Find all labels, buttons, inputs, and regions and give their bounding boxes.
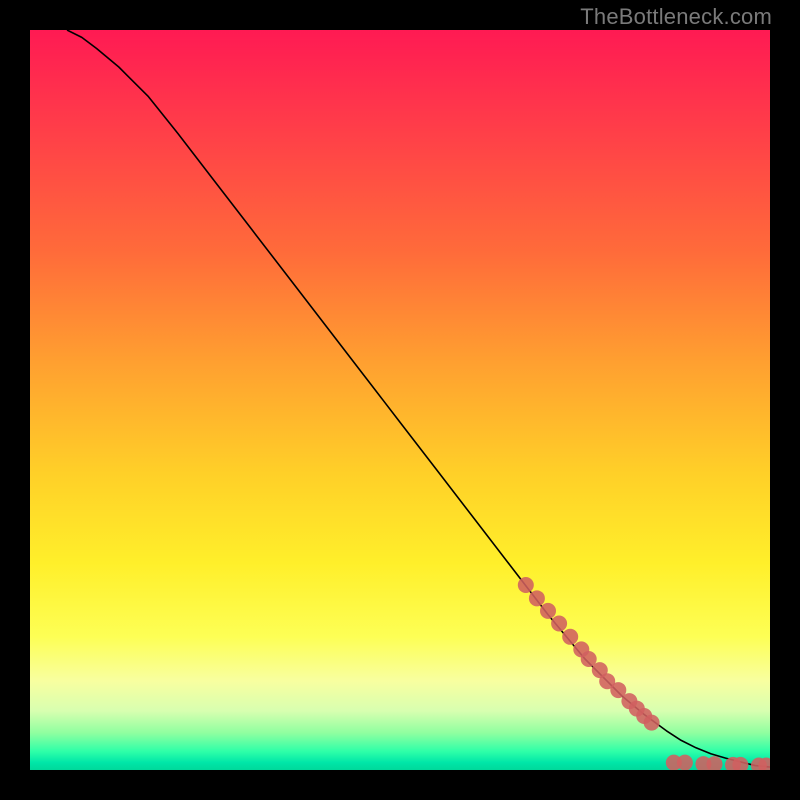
data-point	[599, 673, 615, 689]
curve-path	[67, 30, 770, 767]
data-point	[644, 715, 660, 731]
data-point	[573, 641, 589, 657]
upper-dot-cluster	[518, 577, 660, 731]
data-point	[751, 758, 767, 770]
data-point	[621, 693, 637, 709]
data-point	[636, 708, 652, 724]
data-point	[758, 758, 770, 770]
data-point	[677, 755, 693, 770]
data-point	[551, 615, 567, 631]
data-point	[540, 603, 556, 619]
curve-line	[67, 30, 770, 767]
data-point	[707, 756, 723, 770]
data-point	[610, 682, 626, 698]
chart-frame: TheBottleneck.com	[0, 0, 800, 800]
data-point	[592, 662, 608, 678]
data-point	[695, 756, 711, 770]
data-point	[666, 755, 682, 770]
bottom-dot-cluster	[666, 755, 770, 770]
data-point	[581, 651, 597, 667]
data-point	[629, 701, 645, 717]
plot-overlay-svg	[30, 30, 770, 770]
data-point	[562, 629, 578, 645]
plot-area	[30, 30, 770, 770]
data-point	[732, 757, 748, 770]
watermark-text: TheBottleneck.com	[580, 4, 772, 30]
data-point	[725, 757, 741, 770]
data-point	[518, 577, 534, 593]
data-point	[529, 590, 545, 606]
